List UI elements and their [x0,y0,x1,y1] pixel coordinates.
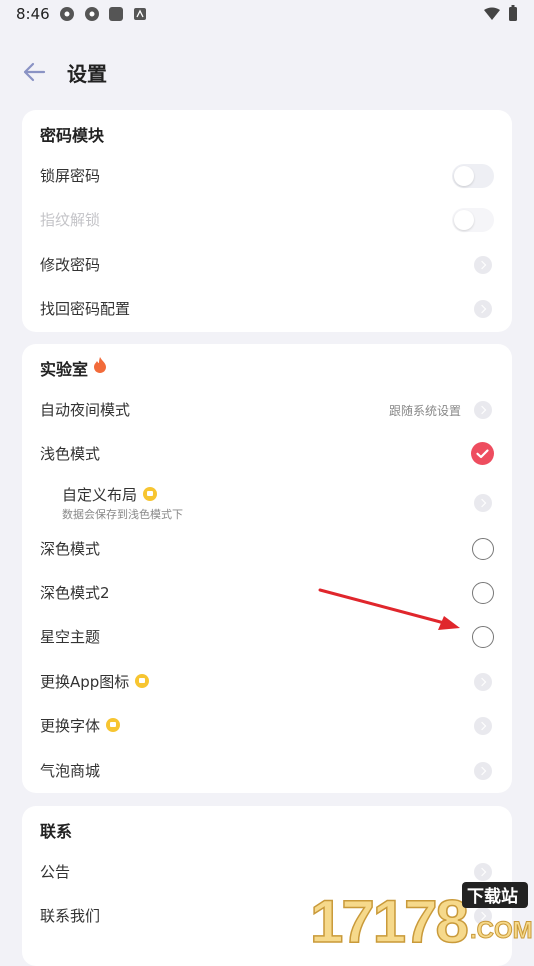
row-subtitle: 数据会保存到浅色模式下 [62,508,183,521]
row-label: 锁屏密码 [40,167,101,185]
svg-text:17178: 17178 [310,888,467,950]
chevron-right-icon [474,863,492,881]
change-font-row[interactable]: 更换字体 [22,704,512,748]
battery-icon [509,5,517,21]
checked-radio-icon[interactable] [471,442,494,465]
flame-icon [94,357,106,373]
svg-text:下载站: 下载站 [467,886,518,907]
wifi-icon [484,7,500,20]
row-label: 气泡商城 [40,762,101,780]
change-app-icon-row[interactable]: 更换App图标 [22,660,512,704]
auto-night-mode-row[interactable]: 自动夜间模式 跟随系统设置 [22,388,512,432]
radio-button[interactable] [472,626,494,648]
row-label: 自定义布局 [62,486,138,504]
custom-layout-row[interactable]: 自定义布局 数据会保存到浅色模式下 [22,478,512,528]
row-label: 深色模式2 [40,584,110,602]
section-title: 密码模块 [40,126,105,145]
fingerprint-unlock-row[interactable]: 指纹解锁 [22,198,512,242]
row-label: 修改密码 [40,256,101,274]
row-label-wrap: 更换App图标 [40,671,150,692]
row-label: 浅色模式 [40,445,101,463]
chevron-right-icon [474,673,492,691]
change-password-row[interactable]: 修改密码 [22,243,512,287]
fingerprint-unlock-toggle[interactable] [452,208,494,232]
app-notification-icon [85,7,99,21]
page-title: 设置 [67,62,107,86]
status-time: 8:46 [16,5,50,23]
annotation-arrow-icon [318,588,460,630]
chevron-right-icon [474,300,492,318]
section-title: 联系 [40,822,73,841]
chevron-right-icon [474,494,492,512]
row-label: 公告 [40,863,71,881]
row-label: 指纹解锁 [40,211,101,229]
vip-badge-icon [143,487,158,501]
row-label: 找回密码配置 [40,300,131,318]
app-notification-icon [60,7,74,21]
section-title: 实验室 [40,360,89,379]
chevron-right-icon [474,256,492,274]
row-label: 联系我们 [40,907,101,925]
row-value: 跟随系统设置 [388,404,461,418]
app-notification-icon [134,8,146,20]
row-label: 更换App图标 [40,673,130,691]
status-bar: 8:46 [0,0,534,30]
row-label: 自动夜间模式 [40,401,131,419]
lab-section: 实验室 自动夜间模式 跟随系统设置 浅色模式 自定义布局 数据会保存到浅色模式下… [22,344,512,793]
radio-button[interactable] [472,582,494,604]
row-label: 星空主题 [40,628,101,646]
row-label: 更换字体 [40,717,101,735]
dark-mode-row[interactable]: 深色模式 [22,527,512,571]
chevron-right-icon [474,717,492,735]
chevron-right-icon [474,401,492,419]
radio-button[interactable] [472,538,494,560]
lock-screen-password-toggle[interactable] [452,164,494,188]
row-label-wrap: 更换字体 [40,715,121,736]
lock-screen-password-row[interactable]: 锁屏密码 [22,154,512,198]
watermark-logo: 17178 下载站 .COM [304,880,534,956]
vip-badge-icon [135,674,150,688]
row-label: 深色模式 [40,540,101,558]
recover-password-row[interactable]: 找回密码配置 [22,287,512,331]
app-notification-icon [109,7,123,21]
light-mode-row[interactable]: 浅色模式 [22,432,512,476]
password-section: 密码模块 锁屏密码 指纹解锁 修改密码 找回密码配置 [22,110,512,332]
back-arrow-icon[interactable] [20,58,48,86]
svg-text:.COM: .COM [470,917,533,944]
bubble-store-row[interactable]: 气泡商城 [22,749,512,793]
page-header: 设置 [0,48,534,96]
chevron-right-icon [474,762,492,780]
row-label-wrap: 自定义布局 [62,484,158,505]
vip-badge-icon [106,718,121,732]
